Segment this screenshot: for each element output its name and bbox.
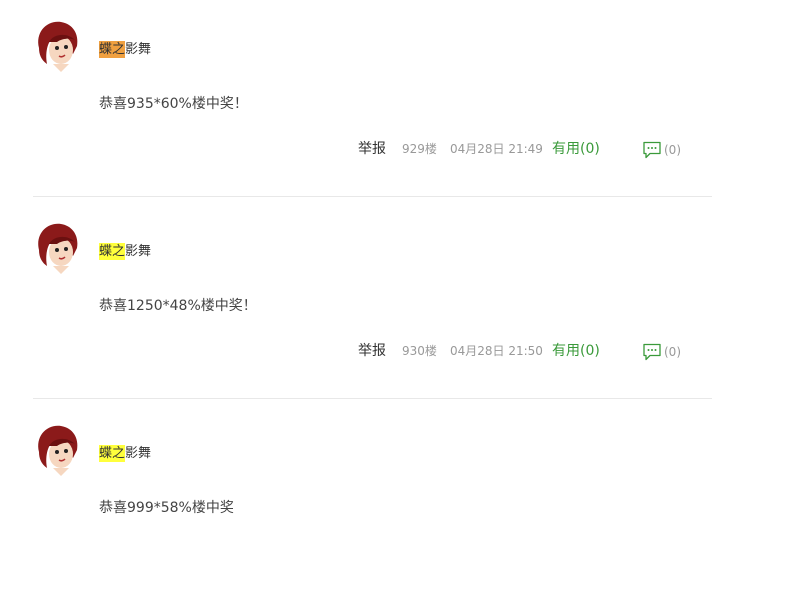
reply-count: (0) <box>664 143 681 157</box>
user-avatar[interactable] <box>33 18 81 72</box>
comment-text: 恭喜1250*48%楼中奖！ <box>99 298 257 314</box>
comment-text: 恭喜999*58%楼中奖 <box>99 500 234 516</box>
post-time: 04月28日 21:49 <box>450 142 543 156</box>
username-rest: 影舞 <box>125 244 152 259</box>
floor-number: 930楼 <box>402 344 437 358</box>
useful-button[interactable]: 有用(0) <box>552 342 600 360</box>
username-highlight: 蝶之 <box>99 41 126 58</box>
comment-item: 蝶之影舞 恭喜999*58%楼中奖 <box>33 404 712 606</box>
comment-item: 蝶之影舞 恭喜1250*48%楼中奖！ 举报 930楼 04月28日 21:50… <box>33 202 712 404</box>
post-time: 04月28日 21:50 <box>450 344 543 358</box>
useful-button[interactable]: 有用(0) <box>552 140 600 158</box>
reply-count: (0) <box>664 345 681 359</box>
reply-button[interactable]: (0) <box>642 141 681 159</box>
username[interactable]: 蝶之影舞 <box>99 444 151 463</box>
username-highlight: 蝶之 <box>99 243 126 260</box>
username[interactable]: 蝶之影舞 <box>99 40 151 59</box>
username-rest: 影舞 <box>125 446 152 461</box>
floor-number: 929楼 <box>402 142 437 156</box>
username[interactable]: 蝶之影舞 <box>99 242 151 261</box>
comment-bubble-icon <box>643 343 661 361</box>
divider <box>33 196 712 197</box>
reply-button[interactable]: (0) <box>642 343 681 361</box>
report-link[interactable]: 举报 <box>358 342 386 360</box>
user-avatar[interactable] <box>33 422 81 476</box>
comment-item: 蝶之影舞 恭喜935*60%楼中奖！ 举报 929楼 04月28日 21:49 … <box>33 0 712 202</box>
report-link[interactable]: 举报 <box>358 140 386 158</box>
username-highlight: 蝶之 <box>99 445 126 462</box>
user-avatar[interactable] <box>33 220 81 274</box>
divider <box>33 398 712 399</box>
comment-text: 恭喜935*60%楼中奖！ <box>99 96 248 112</box>
username-rest: 影舞 <box>125 42 152 57</box>
comment-bubble-icon <box>643 141 661 159</box>
